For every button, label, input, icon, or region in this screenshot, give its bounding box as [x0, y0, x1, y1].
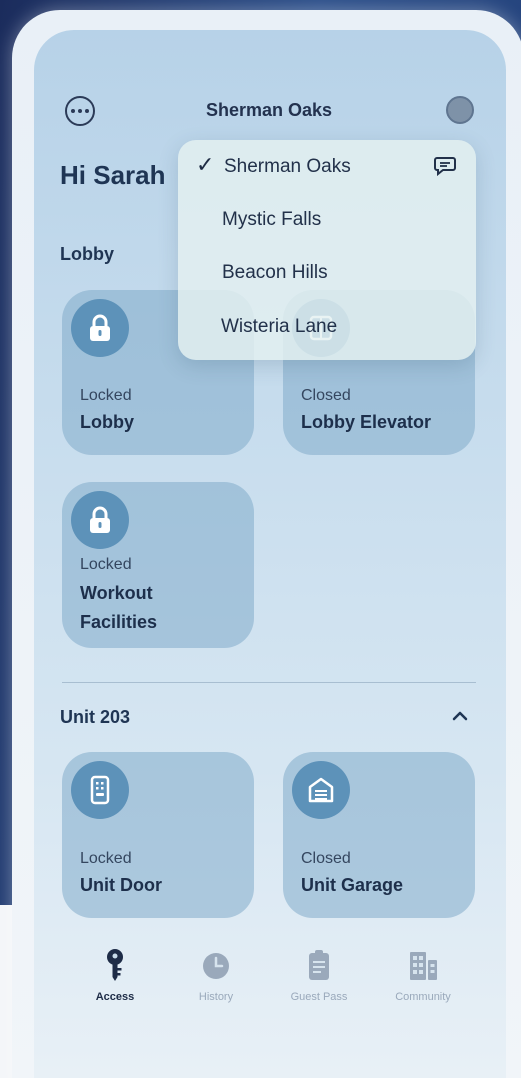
tab-community[interactable]: Community — [378, 948, 468, 1003]
card-status: Closed — [301, 850, 351, 867]
keypad-door-icon — [71, 761, 129, 819]
tab-history[interactable]: History — [171, 948, 261, 1003]
avatar[interactable] — [446, 96, 474, 124]
card-status: Locked — [80, 556, 132, 573]
more-options-icon[interactable] — [65, 96, 95, 126]
card-status: Locked — [80, 387, 132, 404]
dropdown-option-sherman-oaks[interactable]: Sherman Oaks — [224, 156, 351, 178]
divider — [62, 682, 476, 683]
card-name: Unit Door — [80, 875, 162, 895]
card-name: Lobby — [80, 412, 134, 432]
clock-icon — [203, 953, 229, 979]
location-dropdown: ✓ Sherman Oaks Mystic Falls Beacon Hills… — [178, 140, 476, 360]
section-title-unit: Unit 203 — [60, 707, 131, 727]
greeting: Hi Sarah — [60, 160, 166, 190]
card-name-line1: Workout — [80, 583, 153, 603]
padlock-icon — [71, 491, 129, 549]
checkmark-icon: ✓ — [196, 152, 215, 177]
dropdown-option-mystic-falls[interactable]: Mystic Falls — [222, 209, 321, 231]
tab-label: Access — [95, 991, 135, 1003]
section-title-lobby: Lobby — [60, 244, 114, 264]
dropdown-option-beacon-hills[interactable]: Beacon Hills — [222, 262, 328, 284]
guest-pass-icon — [309, 950, 329, 980]
access-card-unit-door[interactable]: Locked Unit Door — [62, 752, 254, 918]
tab-label: Community — [395, 991, 451, 1003]
card-name-line2: Facilities — [80, 612, 158, 632]
message-icon[interactable] — [434, 156, 456, 176]
access-card-unit-garage[interactable]: Closed Unit Garage — [283, 752, 475, 918]
app-screen: Sherman Oaks Hi Sarah Lobby Locked Lobby… — [34, 30, 506, 1078]
card-status: Closed — [301, 387, 351, 404]
garage-icon — [292, 761, 350, 819]
tab-guest-pass[interactable]: Guest Pass — [274, 948, 364, 1003]
tab-label: History — [198, 991, 234, 1003]
dropdown-option-wisteria-lane[interactable]: Wisteria Lane — [221, 316, 337, 338]
padlock-icon — [71, 299, 129, 357]
tab-access[interactable]: Access — [70, 948, 160, 1003]
key-icon — [107, 949, 123, 981]
tab-label: Guest Pass — [290, 991, 348, 1003]
building-icon — [410, 952, 437, 980]
access-card-workout-facilities[interactable]: Locked Workout Facilities — [62, 482, 254, 648]
chevron-up-icon[interactable] — [450, 706, 470, 726]
card-name: Lobby Elevator — [301, 412, 432, 432]
card-name: Unit Garage — [301, 875, 404, 895]
location-selector[interactable]: Sherman Oaks — [154, 100, 384, 121]
card-status: Locked — [80, 850, 132, 867]
